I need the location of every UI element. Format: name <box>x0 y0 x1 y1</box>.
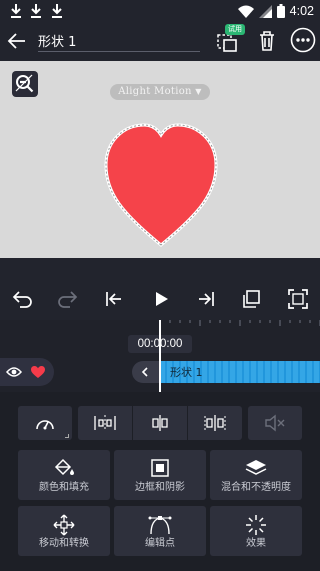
tile-color-fill[interactable]: 颜色和填充 <box>18 450 110 500</box>
blend-layers-icon <box>245 460 267 475</box>
playback-controls <box>0 258 320 320</box>
chevron-left-icon <box>141 367 148 377</box>
tile-label: 编辑点 <box>145 538 175 549</box>
heart-icon <box>31 366 45 378</box>
download-icon <box>31 4 41 18</box>
eye-icon[interactable] <box>6 365 22 379</box>
timeline[interactable]: 00:00:00 形状 1 <box>0 320 320 392</box>
more-icon[interactable] <box>290 27 316 53</box>
mute-icon <box>265 414 285 432</box>
tile-border-shadow[interactable]: 边框和阴影 <box>114 450 206 500</box>
audio-button[interactable] <box>248 406 302 440</box>
download-icon <box>52 4 62 18</box>
zoom-out-icon <box>15 74 34 93</box>
fullscreen-icon[interactable] <box>287 288 309 310</box>
watermark-text: Alight Motion <box>118 86 192 97</box>
layer-visibility-pill[interactable] <box>0 358 54 386</box>
tile-label: 移动和转换 <box>39 538 89 549</box>
layer-title: 形状 1 <box>38 35 77 50</box>
tile-edit-points[interactable]: 编辑点 <box>114 506 206 556</box>
canvas-preview[interactable]: Alight Motion ▼ <box>0 61 320 258</box>
download-icon <box>11 4 21 18</box>
status-bar: 4:02 <box>0 0 320 22</box>
arrow-left-icon[interactable] <box>6 30 28 52</box>
tile-label: 边框和阴影 <box>135 482 185 493</box>
redo-icon[interactable] <box>57 288 79 310</box>
divider <box>187 406 188 440</box>
divider <box>132 406 133 440</box>
tile-effects[interactable]: 效果 <box>210 506 302 556</box>
trial-badge: 试用 <box>225 24 245 35</box>
tile-label: 混合和不透明度 <box>221 482 291 493</box>
speed-button[interactable] <box>18 406 72 440</box>
zoom-button[interactable] <box>12 71 38 97</box>
align-right-icon[interactable] <box>204 414 226 432</box>
align-group <box>78 406 242 440</box>
battery-icon <box>276 4 285 18</box>
undo-icon[interactable] <box>11 288 33 310</box>
heart-shape[interactable] <box>104 121 218 253</box>
effects-icon <box>246 515 266 535</box>
time-ruler[interactable] <box>160 320 320 330</box>
tile-blend-opacity[interactable]: 混合和不透明度 <box>210 450 302 500</box>
clip-label: 形状 1 <box>170 366 203 379</box>
trash-icon[interactable] <box>255 29 279 53</box>
status-time: 4:02 <box>289 4 314 18</box>
corner-mark <box>65 434 69 438</box>
edit-points-icon <box>148 516 172 535</box>
clip-collapse-button[interactable] <box>132 361 160 383</box>
tile-move-transform[interactable]: 移动和转换 <box>18 506 110 556</box>
border-shadow-icon <box>151 459 169 477</box>
speedometer-icon <box>36 420 54 430</box>
chevron-down-icon: ▼ <box>195 87 202 96</box>
tile-label: 效果 <box>246 538 266 549</box>
signal-icon <box>258 4 272 18</box>
tile-label: 颜色和填充 <box>39 482 89 493</box>
wifi-icon <box>237 5 254 18</box>
move-transform-icon <box>53 514 75 536</box>
fill-bucket-icon <box>54 458 74 476</box>
align-left-icon[interactable] <box>94 414 116 432</box>
layer-title-field[interactable]: 形状 1 <box>38 28 200 52</box>
property-panel: 颜色和填充 边框和阴影 混合和不透明度 移动和转换 编辑点 效果 <box>0 392 320 571</box>
align-center-icon[interactable] <box>149 414 171 432</box>
layer-clip[interactable]: 形状 1 <box>160 361 320 383</box>
playhead[interactable] <box>159 320 161 392</box>
skip-to-start-icon[interactable] <box>103 288 125 310</box>
top-toolbar: 形状 1 试用 <box>0 22 320 60</box>
play-icon[interactable] <box>150 288 172 310</box>
copy-frame-icon[interactable] <box>240 288 262 310</box>
watermark-dropdown[interactable]: Alight Motion ▼ <box>110 84 210 100</box>
skip-to-end-icon[interactable] <box>195 288 217 310</box>
